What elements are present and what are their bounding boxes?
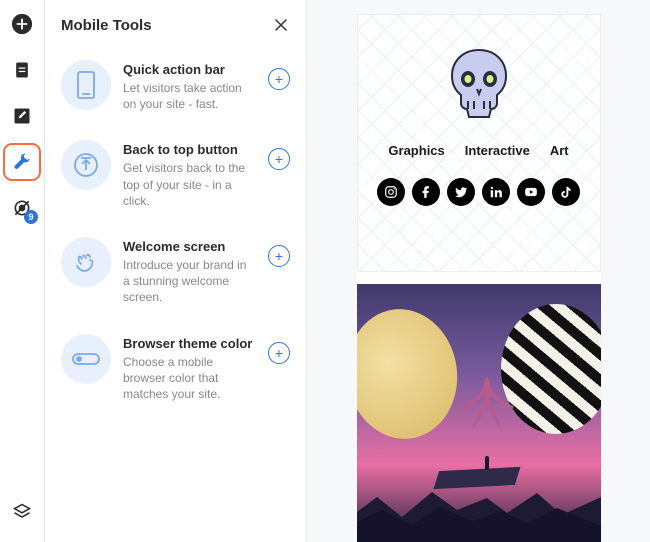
mountains-icon bbox=[357, 482, 601, 542]
color-bar-icon bbox=[71, 351, 101, 367]
panel-title: Mobile Tools bbox=[61, 17, 152, 34]
skull-icon bbox=[444, 45, 514, 123]
wrench-icon bbox=[12, 152, 32, 172]
add-tool-button[interactable]: + bbox=[268, 245, 290, 267]
tool-title: Browser theme color bbox=[123, 336, 256, 351]
add-tool-button[interactable]: + bbox=[268, 342, 290, 364]
hero-content: Graphics Interactive Art bbox=[358, 15, 600, 271]
plus-circle-icon bbox=[11, 13, 33, 35]
panel-header: Mobile Tools bbox=[45, 16, 306, 42]
social-twitter[interactable] bbox=[447, 178, 475, 206]
close-button[interactable] bbox=[272, 16, 290, 34]
notification-badge: 9 bbox=[24, 210, 38, 224]
nav-art[interactable]: Art bbox=[550, 143, 569, 158]
wave-hand-icon bbox=[72, 248, 100, 276]
close-icon bbox=[275, 19, 287, 31]
tool-desc: Introduce your brand in a stunning welco… bbox=[123, 257, 256, 306]
add-button[interactable] bbox=[10, 12, 34, 36]
mobile-frame: Graphics Interactive Art bbox=[357, 14, 601, 542]
tool-welcome-screen[interactable]: Welcome screen Introduce your brand in a… bbox=[59, 227, 292, 316]
tool-quick-action-bar[interactable]: Quick action bar Let visitors take actio… bbox=[59, 50, 292, 122]
youtube-icon bbox=[524, 185, 538, 199]
facebook-icon bbox=[419, 185, 433, 199]
social-facebook[interactable] bbox=[412, 178, 440, 206]
tool-title: Quick action bar bbox=[123, 62, 256, 77]
tools-button[interactable] bbox=[10, 150, 34, 174]
tool-title: Back to top button bbox=[123, 142, 256, 157]
instagram-icon bbox=[384, 185, 398, 199]
tool-icon-wrap bbox=[61, 237, 111, 287]
tentacles-icon bbox=[452, 374, 522, 454]
twitter-icon bbox=[454, 185, 468, 199]
phone-icon bbox=[74, 70, 98, 100]
social-tiktok[interactable] bbox=[552, 178, 580, 206]
orb-left bbox=[357, 302, 466, 446]
preview-button[interactable]: 9 bbox=[10, 196, 34, 220]
tools-list: Quick action bar Let visitors take actio… bbox=[45, 42, 306, 420]
document-icon bbox=[12, 60, 32, 80]
social-row bbox=[377, 178, 580, 206]
social-linkedin[interactable] bbox=[482, 178, 510, 206]
tool-icon-wrap bbox=[61, 60, 111, 110]
tiktok-icon bbox=[559, 185, 573, 199]
nav-graphics[interactable]: Graphics bbox=[388, 143, 444, 158]
document-button[interactable] bbox=[10, 58, 34, 82]
add-tool-button[interactable]: + bbox=[268, 68, 290, 90]
left-toolbar: 9 bbox=[0, 0, 45, 542]
layers-icon bbox=[12, 502, 32, 522]
tool-title: Welcome screen bbox=[123, 239, 256, 254]
app-root: 9 Mobile Tools Quick action bar Let visi… bbox=[0, 0, 650, 542]
tool-text: Back to top button Get visitors back to … bbox=[123, 140, 256, 209]
edit-icon bbox=[12, 106, 32, 126]
tool-icon-wrap bbox=[61, 334, 111, 384]
social-instagram[interactable] bbox=[377, 178, 405, 206]
artwork-section bbox=[357, 284, 601, 542]
tool-text: Quick action bar Let visitors take actio… bbox=[123, 60, 256, 112]
layers-button[interactable] bbox=[10, 500, 34, 524]
site-preview: Graphics Interactive Art bbox=[307, 0, 650, 542]
tool-text: Browser theme color Choose a mobile brow… bbox=[123, 334, 256, 403]
tool-browser-theme-color[interactable]: Browser theme color Choose a mobile brow… bbox=[59, 324, 292, 413]
edit-button[interactable] bbox=[10, 104, 34, 128]
person-silhouette bbox=[485, 456, 489, 470]
tool-desc: Choose a mobile browser color that match… bbox=[123, 354, 256, 403]
add-tool-button[interactable]: + bbox=[268, 148, 290, 170]
hero-section: Graphics Interactive Art bbox=[357, 14, 601, 272]
mobile-tools-panel: Mobile Tools Quick action bar Let visito… bbox=[45, 0, 307, 542]
tool-desc: Let visitors take action on your site - … bbox=[123, 80, 256, 112]
linkedin-icon bbox=[489, 185, 503, 199]
tool-icon-wrap bbox=[61, 140, 111, 190]
tool-back-to-top[interactable]: Back to top button Get visitors back to … bbox=[59, 130, 292, 219]
tool-text: Welcome screen Introduce your brand in a… bbox=[123, 237, 256, 306]
social-youtube[interactable] bbox=[517, 178, 545, 206]
tool-desc: Get visitors back to the top of your sit… bbox=[123, 160, 256, 209]
nav-row: Graphics Interactive Art bbox=[388, 143, 568, 158]
nav-interactive[interactable]: Interactive bbox=[465, 143, 530, 158]
arrow-up-circle-icon bbox=[72, 151, 100, 179]
